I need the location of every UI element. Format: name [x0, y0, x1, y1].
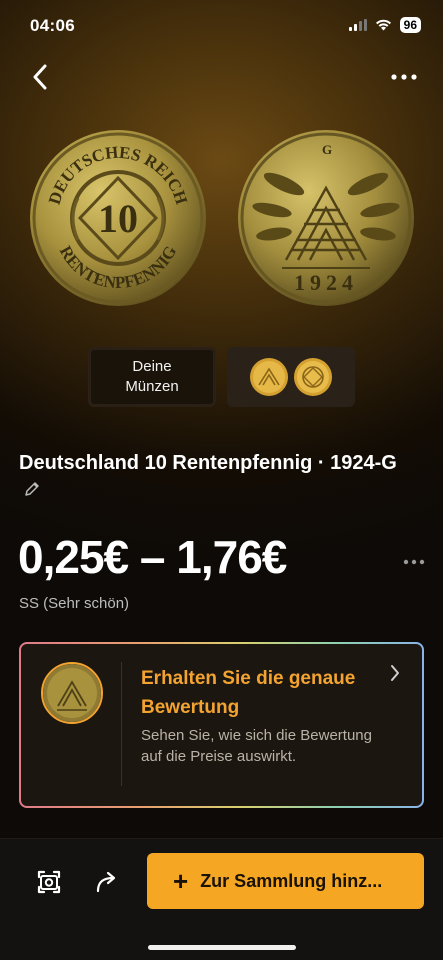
battery-indicator: 96: [399, 17, 421, 33]
coin-thumb-obverse: [294, 358, 332, 396]
back-button[interactable]: [26, 63, 54, 91]
add-to-collection-label: Zur Sammlung hinz...: [200, 870, 383, 891]
status-time: 04:06: [30, 16, 75, 35]
scan-icon: [37, 870, 61, 894]
deine-line-2: Münzen: [125, 378, 179, 395]
back-icon: [33, 64, 47, 90]
grade-label: SS (Sehr schön): [19, 595, 130, 612]
obverse-value-text: 10: [98, 196, 138, 241]
edit-title-button[interactable]: [23, 478, 41, 506]
status-bar: 04:06 96: [0, 0, 443, 52]
plus-icon: +: [173, 866, 189, 896]
wifi-icon: [375, 19, 391, 31]
card-chevron: [390, 664, 400, 687]
valuation-card[interactable]: Erhalten Sie die genaue Bewertung Sehen …: [19, 642, 424, 808]
coin-thumb-reverse: [250, 358, 288, 396]
status-icons: 96: [348, 17, 421, 33]
coin-title: Deutschland 10 Rentenpfennig · 1924-G: [19, 449, 419, 506]
deine-muenzen-tab[interactable]: Deine Münzen: [88, 347, 216, 407]
reference-coins-tab[interactable]: [227, 347, 355, 407]
coin-obverse-image[interactable]: DEUTSCHES REICH 10 RENTENPFENNIG: [28, 128, 208, 308]
valuation-heading: Erhalten Sie die genaue Bewertung: [141, 668, 356, 718]
scan-button[interactable]: [32, 865, 66, 899]
price-range: 0,25€ – 1,76€: [18, 531, 287, 583]
more-icon: [391, 74, 417, 80]
more-options-button[interactable]: [389, 66, 419, 88]
card-divider: [121, 662, 122, 786]
home-indicator: [148, 945, 296, 950]
edit-icon: [25, 481, 39, 496]
more-icon: [403, 559, 425, 565]
valuation-coin-thumb: [41, 662, 103, 724]
signal-icon: [348, 19, 367, 31]
reverse-year-text: 1924: [294, 270, 358, 295]
share-icon: [96, 871, 116, 893]
coin-reverse-image[interactable]: G 1924: [236, 128, 416, 308]
valuation-subtext: Sehen Sie, wie sich die Bewertung auf di…: [141, 727, 372, 765]
add-to-collection-button[interactable]: + Zur Sammlung hinz...: [147, 853, 424, 909]
price-more-button[interactable]: [403, 552, 425, 570]
reverse-mint-mark: G: [322, 142, 332, 157]
chevron-right-icon: [391, 665, 399, 681]
bottom-action-bar: + Zur Sammlung hinz...: [0, 838, 443, 960]
share-button[interactable]: [90, 865, 124, 899]
deine-line-1: Deine: [132, 358, 172, 375]
coin-title-text: Deutschland 10 Rentenpfennig · 1924-G: [19, 452, 397, 474]
